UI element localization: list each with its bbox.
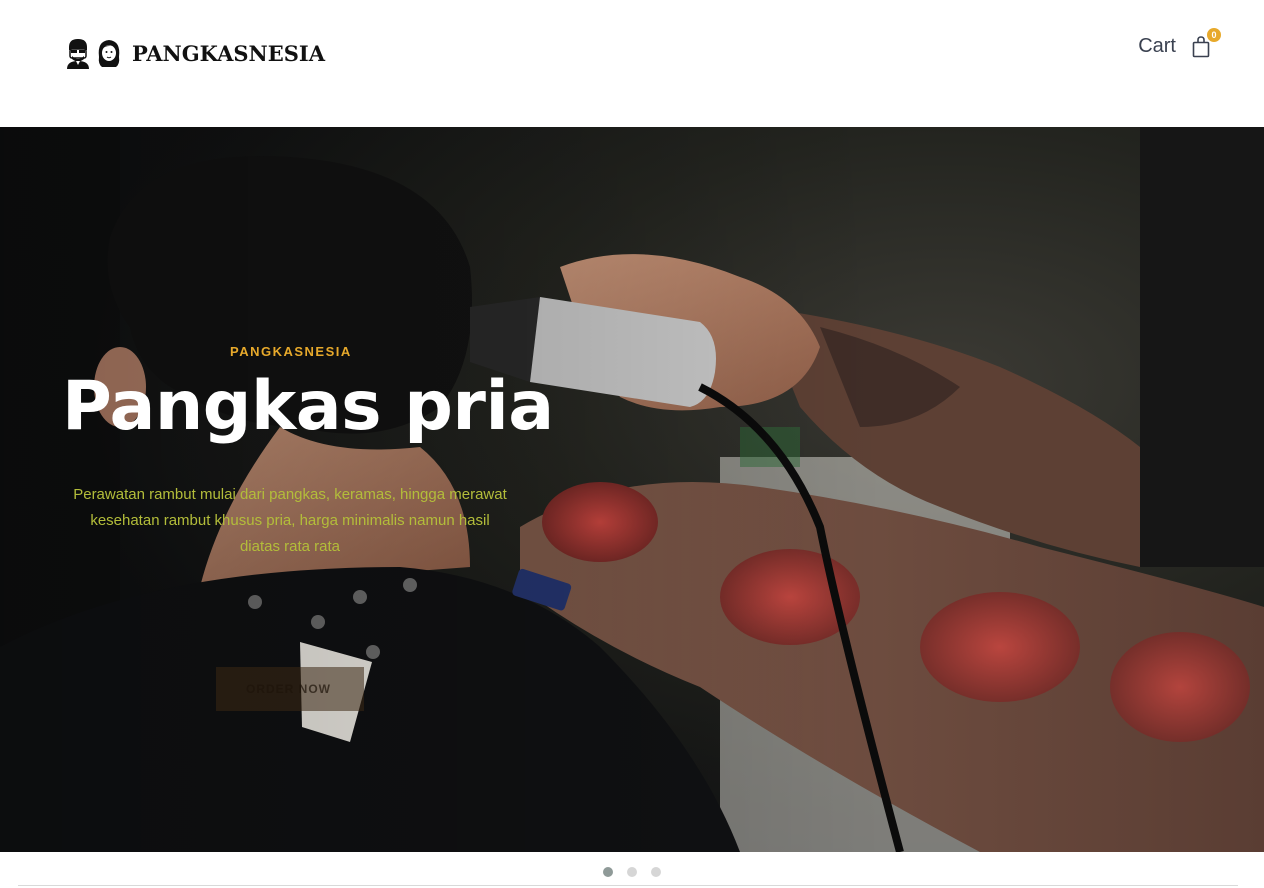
slider-dot-3[interactable] [651, 867, 661, 877]
logo-text: PANGKASNESIA [132, 40, 326, 66]
section-divider [18, 885, 1238, 886]
slider-dot-2[interactable] [627, 867, 637, 877]
slider-dot-1[interactable] [603, 867, 613, 877]
shopping-bag-icon [1192, 36, 1210, 58]
order-now-button[interactable]: ORDER NOW [216, 667, 364, 711]
cart-icon-wrap[interactable]: 0 [1192, 28, 1221, 59]
slider-pagination [0, 852, 1264, 888]
cart-count-badge: 0 [1207, 28, 1221, 42]
hero-slider: PANGKASNESIA Pangkas pria Perawatan ramb… [0, 127, 1264, 852]
site-header: PANGKASNESIA Cart 0 [0, 0, 1264, 127]
site-logo[interactable]: PANGKASNESIA [64, 37, 325, 69]
logo-icons [64, 37, 122, 69]
man-face-icon [67, 39, 89, 69]
woman-face-icon [98, 40, 120, 67]
hero-kicker: PANGKASNESIA [230, 344, 352, 359]
hero-description: Perawatan rambut mulai dari pangkas, ker… [73, 486, 507, 555]
cart-label: Cart [1138, 34, 1176, 57]
hero-title: Pangkas pria [62, 367, 554, 446]
cart-link[interactable]: Cart 0 [1138, 28, 1221, 59]
